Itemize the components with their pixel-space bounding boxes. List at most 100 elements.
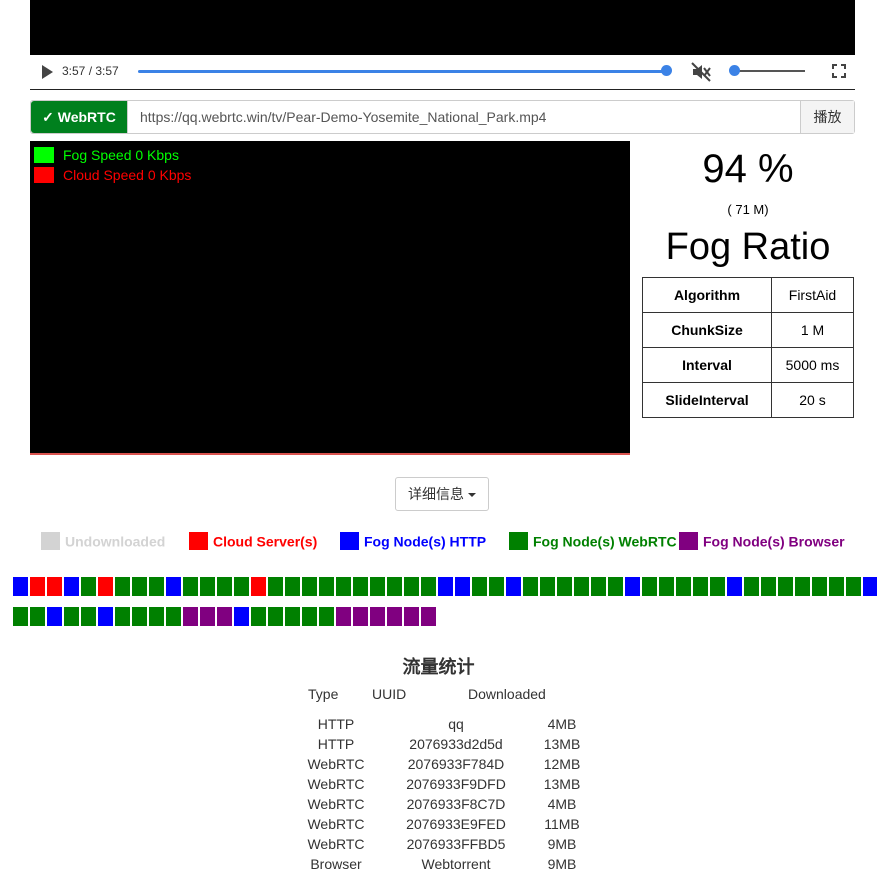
progress-handle[interactable] [661, 65, 672, 76]
legend-swatch [189, 532, 208, 551]
fog-speed-swatch [34, 147, 54, 163]
chunk-block [336, 607, 351, 626]
chunk-block [319, 607, 334, 626]
video-controls: 3:57 / 3:57 [30, 55, 855, 90]
video-player[interactable] [30, 0, 855, 55]
details-label: 详细信息 [408, 486, 464, 502]
chunk-block [166, 607, 181, 626]
chunk-block [438, 577, 453, 596]
chunk-block [404, 577, 419, 596]
chunk-block [353, 607, 368, 626]
fog-ratio-title: Fog Ratio [665, 226, 831, 268]
chunk-block [200, 577, 215, 596]
table-row: SlideInterval 20 s [642, 382, 854, 418]
url-input[interactable] [127, 101, 799, 133]
col-header-type: Type [308, 686, 339, 702]
uuid-cell: 2076933F784D [407, 756, 505, 772]
volume-slider[interactable] [733, 70, 805, 72]
chunk-block [217, 607, 232, 626]
legend-fog-webrtc: Fog Node(s) WebRTC [509, 532, 677, 551]
chunk-block [591, 577, 606, 596]
type-cell: WebRTC [307, 776, 365, 792]
downloaded-cell: 12MB [543, 756, 581, 772]
config-value: 20 s [771, 382, 854, 418]
legend-swatch [340, 532, 359, 551]
chunk-block [608, 577, 623, 596]
chunk-block [30, 607, 45, 626]
chunk-block [115, 607, 130, 626]
type-cell: WebRTC [307, 836, 365, 852]
type-cell: HTTP [317, 716, 355, 732]
chunk-block [47, 607, 62, 626]
table-row: WebRTC 2076933F9DFD 13MB [300, 776, 590, 796]
table-row: WebRTC 2076933F8C7D 4MB [300, 796, 590, 816]
chunk-block [166, 577, 181, 596]
legend-label: Fog Node(s) WebRTC [533, 533, 677, 550]
chunk-block [183, 607, 198, 626]
mute-icon[interactable] [690, 61, 712, 83]
chunk-block [132, 607, 147, 626]
legend-cloud: Cloud Server(s) [189, 532, 318, 551]
config-key: ChunkSize [642, 312, 772, 348]
downloaded-cell: 4MB [547, 796, 577, 812]
legend-swatch [509, 532, 528, 551]
downloaded-cell: 4MB [547, 716, 577, 732]
chunk-block [234, 577, 249, 596]
chunk-block [200, 607, 215, 626]
url-bar: ✓ WebRTC 播放 [30, 100, 855, 134]
downloaded-cell: 9MB [547, 856, 577, 872]
chunk-block [268, 577, 283, 596]
config-table: Algorithm FirstAid ChunkSize 1 M Interval 5… [642, 277, 854, 418]
play-icon[interactable] [42, 65, 53, 79]
chunk-block [64, 607, 79, 626]
traffic-title: 流量统计 [402, 657, 475, 677]
play-button[interactable]: 播放 [800, 101, 854, 133]
chunk-block [778, 577, 793, 596]
details-dropdown-button[interactable]: 详细信息 [395, 477, 489, 511]
uuid-cell: 2076933d2d5d [409, 736, 503, 752]
chunk-block [336, 577, 351, 596]
webrtc-toggle-button[interactable]: ✓ WebRTC [31, 101, 127, 133]
chunk-block [625, 577, 640, 596]
fog-speed-label: Fog Speed 0 Kbps [63, 147, 179, 163]
chunk-block [387, 577, 402, 596]
table-row: ChunkSize 1 M [642, 312, 854, 348]
chunk-block [183, 577, 198, 596]
chunk-block [489, 577, 504, 596]
chunk-block [557, 577, 572, 596]
chunk-block [285, 577, 300, 596]
chunk-block [319, 577, 334, 596]
chunk-block [13, 577, 28, 596]
chunk-block [251, 607, 266, 626]
progress-bar[interactable] [138, 70, 668, 73]
legend-label: Cloud Server(s) [213, 533, 318, 550]
legend-label: Fog Node(s) Browser [703, 533, 845, 550]
fullscreen-icon[interactable] [832, 64, 846, 78]
col-header-downloaded: Downloaded [468, 686, 546, 702]
table-row: WebRTC 2076933FFBD5 9MB [300, 836, 590, 856]
chunk-block [710, 577, 725, 596]
chunk-block [795, 577, 810, 596]
chunk-block [829, 577, 844, 596]
chunk-block [370, 577, 385, 596]
type-cell: WebRTC [307, 796, 365, 812]
config-key: SlideInterval [642, 382, 772, 418]
chunk-block [251, 577, 266, 596]
chunk-block [132, 577, 147, 596]
chunk-block [115, 577, 130, 596]
chunk-block [421, 607, 436, 626]
config-value: 1 M [771, 312, 854, 348]
table-row: HTTP qq 4MB [300, 716, 590, 736]
chunk-block [217, 577, 232, 596]
downloaded-cell: 9MB [547, 836, 577, 852]
caret-down-icon [468, 493, 476, 498]
chunk-block [149, 577, 164, 596]
volume-handle[interactable] [729, 65, 740, 76]
uuid-cell: 2076933E9FED [406, 816, 506, 832]
chunk-block [693, 577, 708, 596]
config-key: Algorithm [642, 277, 772, 313]
chunk-block [506, 577, 521, 596]
chunk-block [387, 607, 402, 626]
downloaded-cell: 13MB [543, 736, 581, 752]
config-value: 5000 ms [771, 347, 854, 383]
